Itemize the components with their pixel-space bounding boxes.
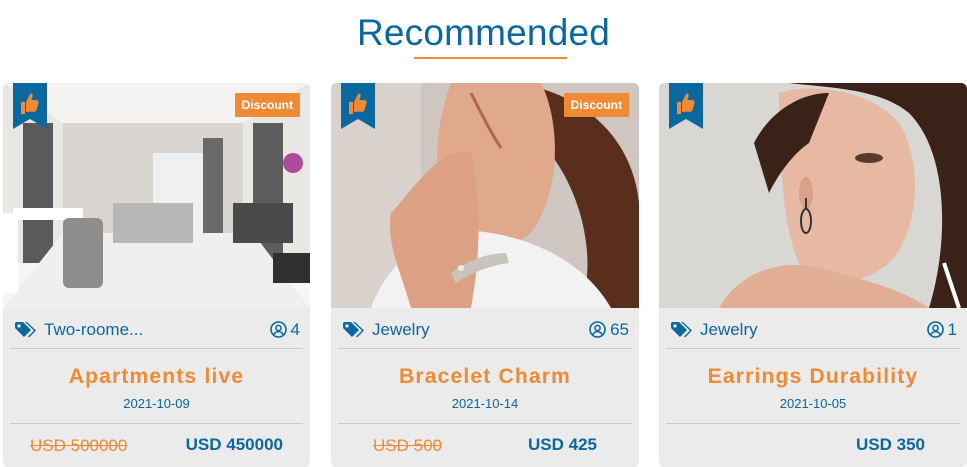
divider [666, 423, 960, 424]
view-count: 4 [269, 320, 300, 340]
tag-icon [671, 322, 692, 338]
old-price: USD 500000 [30, 436, 128, 455]
divider [10, 423, 303, 424]
section-title: Recommended [356, 12, 611, 53]
user-circle-icon [926, 321, 944, 338]
user-circle-icon [269, 321, 287, 338]
new-price: USD 350 [856, 435, 925, 454]
product-card-apartments[interactable]: Discount Two-roome... 4 Apartments live … [3, 83, 310, 467]
thumbs-up-ribbon-icon [669, 83, 703, 129]
tag-icon [15, 322, 36, 338]
user-circle-icon [589, 321, 606, 338]
new-price: USD 450000 [185, 435, 283, 454]
product-date: 2021-10-14 [451, 396, 519, 411]
section-header: Recommended [0, 0, 967, 70]
category-label[interactable]: Jewelry [372, 320, 430, 340]
divider [338, 348, 632, 349]
card-meta: Two-roome... 4 [15, 319, 300, 341]
divider [10, 348, 303, 349]
product-date: 2021-10-09 [123, 396, 190, 411]
card-meta: Jewelry 65 [343, 319, 629, 341]
product-date: 2021-10-05 [779, 396, 847, 411]
thumbs-up-ribbon-icon [13, 83, 47, 129]
product-title[interactable]: Bracelet Charm [331, 365, 639, 389]
discount-badge: Discount [563, 93, 629, 117]
product-card-bracelet[interactable]: Discount Jewelry 65 Bracelet Charm 2021-… [331, 83, 639, 467]
view-count: 1 [926, 320, 957, 340]
product-title[interactable]: Apartments live [3, 365, 310, 389]
recommended-cards: Discount Two-roome... 4 Apartments live … [0, 83, 967, 467]
view-count-value: 4 [290, 320, 300, 339]
card-meta: Jewelry 1 [671, 319, 957, 341]
view-count-value: 1 [947, 320, 957, 339]
divider [338, 423, 632, 424]
new-price: USD 425 [528, 435, 597, 454]
woman-wearing-earrings-photo[interactable] [659, 83, 967, 308]
view-count-value: 65 [610, 320, 629, 339]
thumbs-up-ribbon-icon [341, 83, 375, 129]
old-price: USD 500 [373, 436, 442, 455]
category-label[interactable]: Jewelry [700, 320, 758, 340]
product-card-earrings[interactable]: Jewelry 1 Earrings Durability 2021-10-05… [659, 83, 967, 467]
view-count: 65 [589, 320, 629, 340]
tag-icon [343, 322, 364, 338]
discount-badge: Discount [234, 93, 300, 117]
divider [666, 348, 960, 349]
product-title[interactable]: Earrings Durability [659, 365, 967, 389]
category-label[interactable]: Two-roome... [44, 320, 143, 340]
title-underline [414, 57, 567, 59]
